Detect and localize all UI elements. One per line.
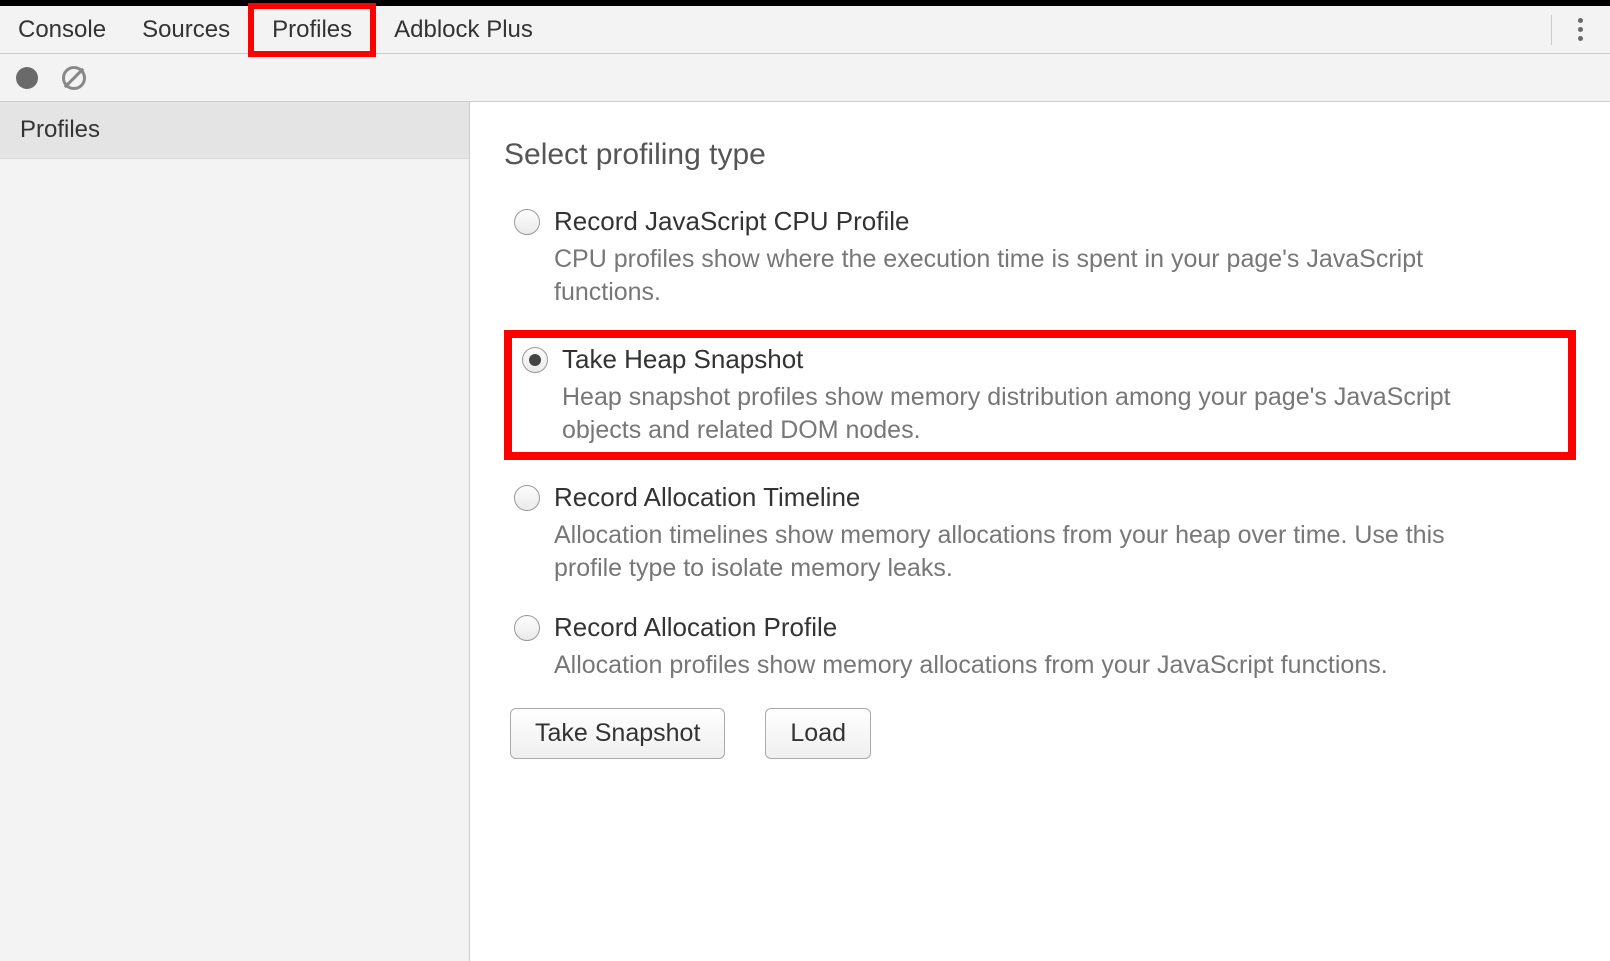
radio-allocation-profile[interactable] bbox=[514, 615, 540, 641]
content-title: Select profiling type bbox=[504, 138, 1576, 172]
option-cpu-profile[interactable]: Record JavaScript CPU Profile CPU profil… bbox=[504, 200, 1576, 314]
option-allocation-profile[interactable]: Record Allocation Profile Allocation pro… bbox=[504, 606, 1576, 688]
devtools-tabs: Console Sources Profiles Adblock Plus bbox=[0, 6, 1610, 54]
tab-sources[interactable]: Sources bbox=[124, 6, 248, 54]
load-button[interactable]: Load bbox=[765, 708, 871, 759]
option-desc-heap: Heap snapshot profiles show memory distr… bbox=[562, 381, 1462, 446]
profiles-content: Select profiling type Record JavaScript … bbox=[470, 102, 1610, 961]
option-title-timeline: Record Allocation Timeline bbox=[554, 482, 860, 513]
option-desc-cpu: CPU profiles show where the execution ti… bbox=[554, 243, 1454, 308]
tab-profiles[interactable]: Profiles bbox=[248, 3, 376, 57]
option-heap-snapshot[interactable]: Take Heap Snapshot Heap snapshot profile… bbox=[504, 330, 1576, 460]
take-snapshot-button[interactable]: Take Snapshot bbox=[510, 708, 725, 759]
tabs-divider bbox=[1551, 15, 1552, 45]
radio-cpu-profile[interactable] bbox=[514, 209, 540, 235]
option-allocation-timeline[interactable]: Record Allocation Timeline Allocation ti… bbox=[504, 476, 1576, 590]
radio-heap-snapshot[interactable] bbox=[522, 347, 548, 373]
main-area: Profiles Select profiling type Record Ja… bbox=[0, 102, 1610, 961]
tab-console[interactable]: Console bbox=[0, 6, 124, 54]
option-desc-timeline: Allocation timelines show memory allocat… bbox=[554, 519, 1454, 584]
clear-icon[interactable] bbox=[62, 66, 86, 90]
profiles-toolbar bbox=[0, 54, 1610, 102]
option-title-cpu: Record JavaScript CPU Profile bbox=[554, 206, 909, 237]
profiles-sidebar: Profiles bbox=[0, 102, 470, 961]
radio-allocation-timeline[interactable] bbox=[514, 485, 540, 511]
tab-adblock-plus[interactable]: Adblock Plus bbox=[376, 6, 551, 54]
action-buttons: Take Snapshot Load bbox=[510, 708, 1576, 759]
option-title-heap: Take Heap Snapshot bbox=[562, 344, 803, 375]
option-title-alloc-profile: Record Allocation Profile bbox=[554, 612, 837, 643]
kebab-menu-icon[interactable] bbox=[1560, 18, 1600, 41]
option-desc-alloc-profile: Allocation profiles show memory allocati… bbox=[554, 649, 1454, 682]
sidebar-item-profiles[interactable]: Profiles bbox=[0, 102, 469, 159]
record-icon[interactable] bbox=[16, 67, 38, 89]
